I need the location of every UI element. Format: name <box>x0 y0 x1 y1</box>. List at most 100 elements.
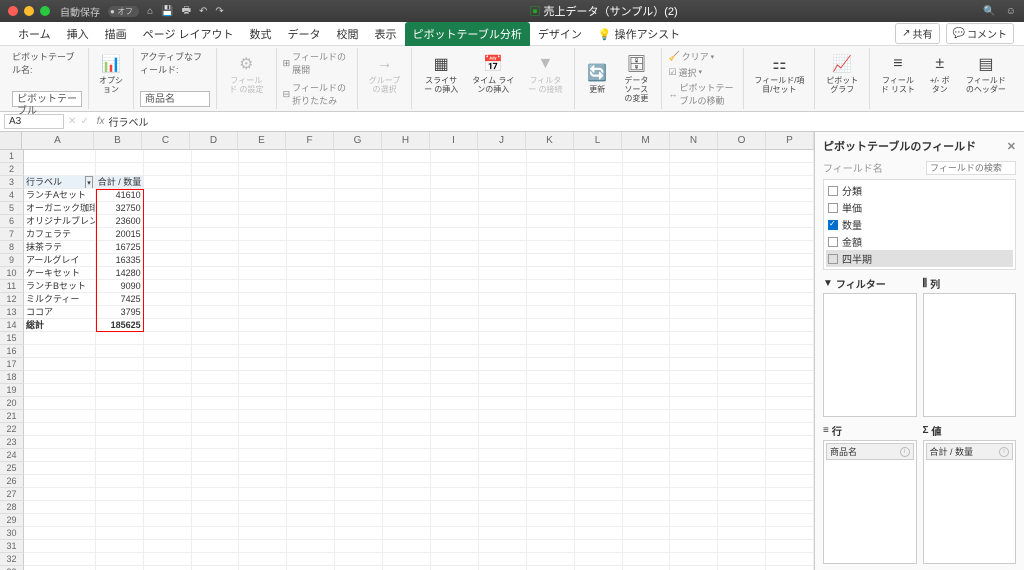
cell[interactable] <box>24 397 96 410</box>
cell[interactable] <box>96 436 144 449</box>
cell[interactable] <box>96 475 144 488</box>
tab-pagelayout[interactable]: ページ レイアウト <box>135 22 242 46</box>
pivot-row-value[interactable]: 14280 <box>96 267 144 280</box>
values-area[interactable]: 合計 / 数量i <box>923 440 1017 564</box>
group-button[interactable]: →グループ の選択 <box>364 50 405 97</box>
row-header[interactable]: 30 <box>0 527 24 540</box>
tab-view[interactable]: 表示 <box>367 22 405 46</box>
tab-draw[interactable]: 描画 <box>97 22 135 46</box>
column-header[interactable]: M <box>622 132 670 149</box>
rows-area[interactable]: 商品名i <box>823 440 917 564</box>
column-header[interactable]: J <box>478 132 526 149</box>
search-icon[interactable]: 🔍 <box>983 6 995 17</box>
cell[interactable] <box>24 345 96 358</box>
cell[interactable] <box>24 475 96 488</box>
cell[interactable] <box>24 410 96 423</box>
select-button[interactable]: ☑ 選択 ▾ <box>668 66 737 79</box>
pivot-row-label[interactable]: ランチAセット <box>24 189 96 202</box>
column-header[interactable]: O <box>718 132 766 149</box>
cell[interactable] <box>24 436 96 449</box>
column-header[interactable]: C <box>142 132 190 149</box>
fx-icon[interactable]: fx <box>97 116 105 127</box>
pivot-row-value[interactable]: 16725 <box>96 241 144 254</box>
cancel-icon[interactable]: ✕ <box>68 116 76 127</box>
minimize-icon[interactable] <box>24 6 34 16</box>
move-pivottable-button[interactable]: ↔ ピボットテーブルの移動 <box>668 81 737 107</box>
filter-connections-button[interactable]: ▼フィルター の接続 <box>522 50 568 97</box>
rows-chip[interactable]: 商品名i <box>826 443 914 460</box>
filter-area[interactable] <box>823 293 917 417</box>
column-header[interactable]: E <box>238 132 286 149</box>
undo-icon[interactable]: ↶ <box>199 6 207 17</box>
timeline-button[interactable]: 📅タイム ラインの挿入 <box>468 50 518 97</box>
row-header[interactable]: 3 <box>0 176 24 189</box>
field-checkbox[interactable] <box>828 254 838 264</box>
formula-input[interactable]: 行ラベル <box>109 114 149 129</box>
cell[interactable] <box>96 371 144 384</box>
cell[interactable] <box>96 358 144 371</box>
cell[interactable] <box>96 540 144 553</box>
row-header[interactable]: 12 <box>0 293 24 306</box>
select-all-corner[interactable] <box>0 132 22 149</box>
row-header[interactable]: 10 <box>0 267 24 280</box>
cell[interactable] <box>96 553 144 566</box>
row-header[interactable]: 2 <box>0 163 24 176</box>
cell[interactable] <box>24 358 96 371</box>
worksheet[interactable]: ABCDEFGHIJKLMNOP 123行ラベル ▾合計 / 数量4ランチAセッ… <box>0 132 814 570</box>
column-header[interactable]: L <box>574 132 622 149</box>
cell[interactable] <box>96 332 144 345</box>
row-header[interactable]: 22 <box>0 423 24 436</box>
plus-minus-button[interactable]: ±+/- ボタン <box>924 50 956 97</box>
row-labels-header[interactable]: 行ラベル ▾ <box>24 176 96 189</box>
fields-items-sets-button[interactable]: ⚏フィールド/項目/セット <box>750 50 808 97</box>
pane-close-icon[interactable]: ✕ <box>1007 140 1016 153</box>
row-header[interactable]: 16 <box>0 345 24 358</box>
tab-home[interactable]: ホーム <box>10 22 59 46</box>
field-checkbox[interactable] <box>828 186 838 196</box>
home-icon[interactable]: ⌂ <box>147 6 153 17</box>
tab-formulas[interactable]: 数式 <box>242 22 280 46</box>
row-header[interactable]: 29 <box>0 514 24 527</box>
cell[interactable] <box>96 488 144 501</box>
pivot-row-value[interactable]: 23600 <box>96 215 144 228</box>
row-header[interactable]: 28 <box>0 501 24 514</box>
pivot-chart-button[interactable]: 📈ピボット グラフ <box>821 50 863 97</box>
pivot-row-value[interactable]: 7425 <box>96 293 144 306</box>
row-header[interactable]: 18 <box>0 371 24 384</box>
cell[interactable] <box>96 514 144 527</box>
tab-review[interactable]: 校閲 <box>329 22 367 46</box>
pivot-row-label[interactable]: カフェラテ <box>24 228 96 241</box>
cell[interactable] <box>24 540 96 553</box>
row-header[interactable]: 5 <box>0 202 24 215</box>
field-item[interactable]: 分類 <box>826 182 1013 199</box>
cell[interactable] <box>96 501 144 514</box>
collapse-field-button[interactable]: ⊟ フィールドの折りたたみ <box>283 81 351 107</box>
pivot-row-label[interactable]: オーガニック珈琲 <box>24 202 96 215</box>
pivot-row-value[interactable]: 41610 <box>96 189 144 202</box>
pivot-row-label[interactable]: ランチBセット <box>24 280 96 293</box>
cell[interactable] <box>24 423 96 436</box>
column-header[interactable]: B <box>94 132 142 149</box>
column-header[interactable]: H <box>382 132 430 149</box>
column-header[interactable]: F <box>286 132 334 149</box>
slicer-button[interactable]: ▦スライサー の挿入 <box>418 50 464 97</box>
account-icon[interactable]: ☺ <box>1006 6 1016 17</box>
print-icon[interactable]: 🖶 <box>182 3 191 20</box>
tab-insert[interactable]: 挿入 <box>59 22 97 46</box>
row-header[interactable]: 7 <box>0 228 24 241</box>
cell[interactable] <box>96 150 144 163</box>
row-header[interactable]: 1 <box>0 150 24 163</box>
change-data-source-button[interactable]: 🗄データ ソースの変更 <box>617 50 655 105</box>
row-header[interactable]: 19 <box>0 384 24 397</box>
field-headers-button[interactable]: ▤フィールド のヘッダー <box>960 50 1012 97</box>
column-header[interactable]: K <box>526 132 574 149</box>
column-header[interactable]: P <box>766 132 814 149</box>
cell[interactable] <box>24 163 96 176</box>
pivot-row-label[interactable]: ケーキセット <box>24 267 96 280</box>
cell[interactable] <box>96 384 144 397</box>
row-header[interactable]: 9 <box>0 254 24 267</box>
enter-icon[interactable]: ✓ <box>80 116 88 127</box>
cell[interactable] <box>96 423 144 436</box>
comment-button[interactable]: 💬 コメント <box>946 23 1014 44</box>
field-item[interactable]: 四半期 <box>826 250 1013 267</box>
